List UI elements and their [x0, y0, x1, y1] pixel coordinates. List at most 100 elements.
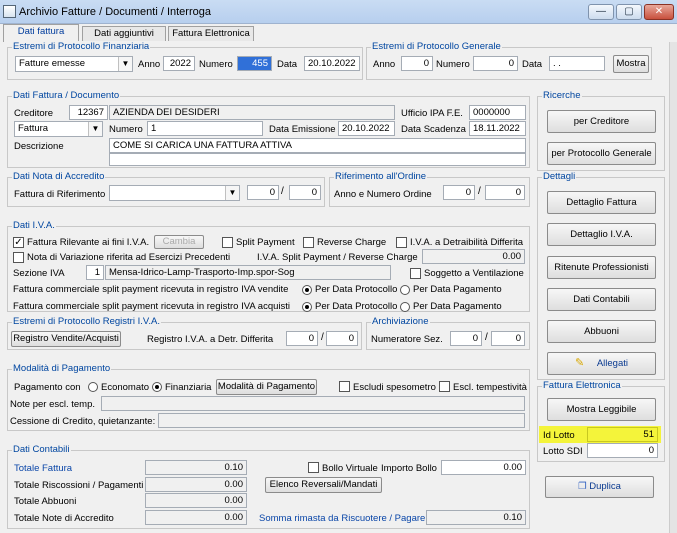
per-pagamento-label: Per Data Pagamento — [413, 301, 502, 312]
reverse-charge-checkbox[interactable] — [303, 237, 314, 248]
data-emissione-field[interactable]: 20.10.2022 — [338, 121, 395, 136]
minimize-button[interactable]: — — [588, 4, 614, 20]
rilevante-iva-checkbox[interactable]: ✓ — [13, 237, 24, 248]
tab-bar: Dati fattura Dati aggiuntivi Fattura Ele… — [0, 24, 677, 42]
group-title: Modalità di Pagamento — [12, 363, 112, 374]
vendite-per-pagamento-radio[interactable] — [400, 285, 410, 295]
title-bar: Archivio Fatture / Documenti / Interroga… — [0, 0, 677, 24]
group-title: Dati Fattura / Documento — [12, 90, 121, 101]
sezione-iva-code-field[interactable]: 1 — [86, 265, 104, 280]
ritenute-professionisti-button[interactable]: Ritenute Professionisti — [547, 256, 656, 279]
acquisti-per-pagamento-radio[interactable] — [400, 302, 410, 312]
creditore-label: Creditore — [14, 108, 54, 119]
ventilazione-checkbox[interactable] — [410, 268, 421, 279]
registri-val2-field[interactable]: 0 — [326, 331, 358, 346]
ordine-anno-field[interactable]: 0 — [443, 185, 475, 200]
abbuoni-field: 0.00 — [145, 493, 247, 508]
nota-val2-field[interactable]: 0 — [289, 185, 321, 200]
tipo-documento-select[interactable]: Fatture emesse ▼ — [15, 56, 133, 72]
slash-separator: / — [281, 186, 284, 197]
group-protocollo-generale: Estremi di Protocollo Generale Anno 0 Nu… — [366, 41, 652, 80]
escl-tempestivita-checkbox[interactable] — [439, 381, 450, 392]
descrizione-label: Descrizione — [14, 141, 64, 152]
ricerca-protocollo-button[interactable]: per Protocollo Generale — [547, 142, 656, 165]
escludi-spesometro-checkbox[interactable] — [339, 381, 350, 392]
finanziaria-radio[interactable] — [152, 382, 162, 392]
nota-variazione-checkbox[interactable] — [13, 252, 24, 263]
anno-gen-field[interactable]: 0 — [401, 56, 433, 71]
elenco-reversali-button[interactable]: Elenco Reversali/Mandati — [265, 477, 382, 493]
acquisti-per-protocollo-radio[interactable] — [302, 302, 312, 312]
slash-separator: / — [478, 186, 481, 197]
group-title: Archiviazione — [371, 316, 430, 327]
allegati-button[interactable]: ✎ Allegati — [547, 352, 656, 375]
importo-bollo-label: Importo Bollo — [381, 463, 437, 474]
registro-vendite-acquisti-button[interactable]: Registro Vendite/Acquisti — [11, 331, 121, 347]
data-field[interactable]: 20.10.2022 — [304, 56, 360, 71]
tab-fattura-elettronica[interactable]: Fattura Elettronica — [168, 26, 254, 41]
nota-val1-field[interactable]: 0 — [247, 185, 279, 200]
anno-label: Anno — [138, 59, 161, 70]
lotto-sdi-field[interactable]: 0 — [587, 443, 658, 458]
per-protocollo-label: Per Data Protocollo — [315, 301, 398, 312]
mostra-leggibile-button[interactable]: Mostra Leggibile — [547, 398, 656, 421]
group-dati-contabili: Dati Contabili Totale Fattura 0.10 Bollo… — [7, 444, 530, 529]
fattura-riferimento-select[interactable]: ▼ — [109, 185, 240, 201]
data-scadenza-field[interactable]: 18.11.2022 — [469, 121, 526, 136]
tab-dati-aggiuntivi[interactable]: Dati aggiuntivi — [82, 26, 166, 41]
group-title: Fattura Elettronica — [542, 380, 622, 391]
close-button[interactable]: ✕ — [644, 4, 674, 20]
idlotto-field[interactable]: 51 — [587, 427, 658, 442]
cessione-credito-label: Cessione di Credito, quietanzante: — [10, 416, 156, 427]
tipo-fattura-select[interactable]: Fattura ▼ — [14, 121, 103, 137]
descrizione-field[interactable]: COME SI CARICA UNA FATTURA ATTIVA — [109, 138, 526, 153]
group-dati-iva: Dati I.V.A. ✓ Fattura Rilevante ai fini … — [7, 220, 530, 312]
abbuoni-button[interactable]: Abbuoni — [547, 320, 656, 343]
detraibilita-checkbox[interactable] — [396, 237, 407, 248]
totale-fattura-field: 0.10 — [145, 460, 247, 475]
riscossioni-label: Totale Riscossioni / Pagamenti — [14, 480, 144, 491]
bollo-virtuale-checkbox[interactable] — [308, 462, 319, 473]
creditore-code-field[interactable]: 12367 — [69, 105, 108, 120]
ordine-numero-field[interactable]: 0 — [485, 185, 525, 200]
window-title: Archivio Fatture / Documenti / Interroga — [19, 6, 211, 18]
totale-fattura-label: Totale Fattura — [14, 463, 73, 474]
tipo-fattura-value: Fattura — [18, 123, 49, 134]
escl-tempestivita-label: Escl. tempestività — [453, 382, 527, 393]
somma-rimasta-field: 0.10 — [426, 510, 526, 525]
allegati-label: Allegati — [596, 358, 629, 369]
ricerca-creditore-button[interactable]: per Creditore — [547, 110, 656, 133]
duplica-button[interactable]: ❐ Duplica — [545, 476, 654, 498]
dettaglio-iva-button[interactable]: Dettaglio I.V.A. — [547, 223, 656, 246]
economato-label: Economato — [101, 382, 150, 393]
numero-fattura-field[interactable]: 1 — [147, 121, 263, 136]
dati-contabili-button[interactable]: Dati Contabili — [547, 288, 656, 311]
anno-numero-ordine-label: Anno e Numero Ordine — [334, 189, 432, 200]
modalita-pagamento-button[interactable]: Modalità di Pagamento — [216, 379, 317, 395]
economato-radio[interactable] — [88, 382, 98, 392]
group-title: Dati I.V.A. — [12, 220, 56, 231]
data-label: Data — [522, 59, 543, 70]
ufficio-ipa-label: Ufficio IPA F.E. — [401, 108, 463, 119]
tab-dati-fattura[interactable]: Dati fattura — [3, 24, 79, 42]
slash-separator: / — [485, 332, 488, 343]
numeratore-val2-field[interactable]: 0 — [491, 331, 525, 346]
registri-val1-field[interactable]: 0 — [286, 331, 318, 346]
mostra-button[interactable]: Mostra — [613, 55, 649, 73]
data-gen-field[interactable]: . . — [549, 56, 605, 71]
ufficio-ipa-field[interactable]: 0000000 — [469, 105, 526, 120]
numero-gen-field[interactable]: 0 — [473, 56, 518, 71]
paperclip-icon: ✎ — [574, 357, 585, 369]
importo-bollo-field[interactable]: 0.00 — [441, 460, 526, 475]
numeratore-val1-field[interactable]: 0 — [450, 331, 482, 346]
maximize-button[interactable]: ▢ — [616, 4, 642, 20]
cambia-button[interactable]: Cambia — [154, 235, 204, 249]
split-payment-checkbox[interactable] — [222, 237, 233, 248]
descrizione-field-2[interactable] — [109, 153, 526, 166]
dettaglio-fattura-button[interactable]: Dettaglio Fattura — [547, 191, 656, 214]
escludi-spesometro-label: Escludi spesometro — [353, 382, 436, 393]
vendite-per-protocollo-radio[interactable] — [302, 285, 312, 295]
numero-field[interactable]: 455 — [237, 56, 272, 71]
anno-field[interactable]: 2022 — [163, 56, 195, 71]
vendite-label: Fattura commerciale split payment ricevu… — [13, 284, 289, 295]
